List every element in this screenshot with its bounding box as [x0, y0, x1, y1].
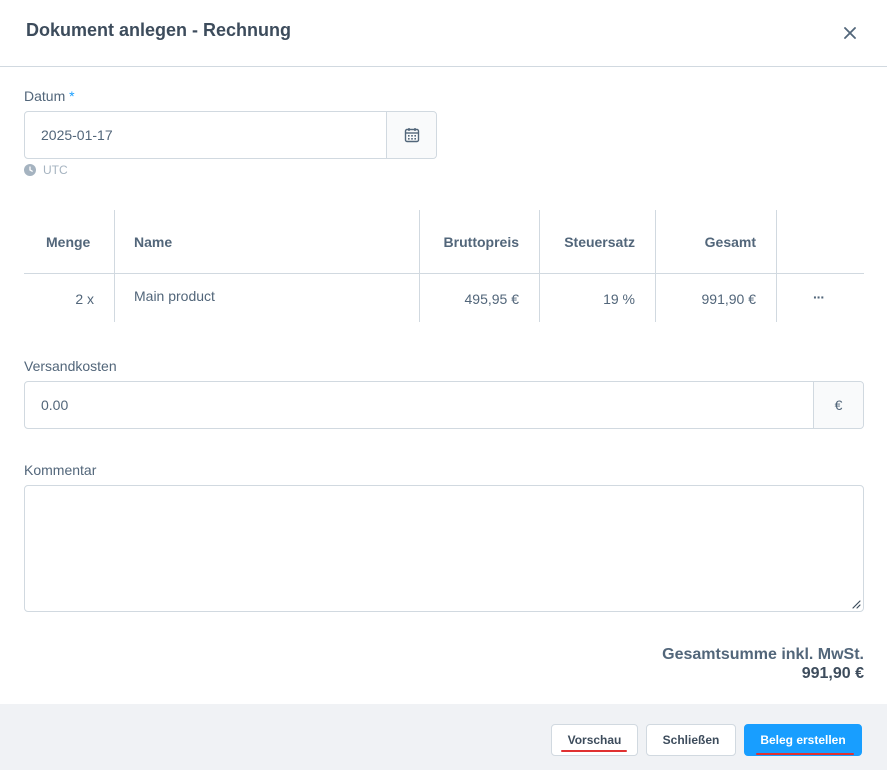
shipping-input[interactable] — [25, 382, 813, 428]
column-header-tax-rate[interactable]: Steuersatz — [564, 234, 635, 250]
currency-suffix: € — [813, 382, 863, 428]
line-items-grid: Menge Name Bruttopreis Steuersatz Gesamt… — [24, 210, 864, 322]
column-header-quantity[interactable]: Menge — [46, 234, 90, 250]
cell-name[interactable]: Main product — [134, 288, 215, 304]
date-input[interactable] — [25, 112, 386, 158]
shipping-label: Versandkosten — [24, 358, 117, 374]
comment-textarea[interactable] — [24, 485, 864, 612]
date-picker-button[interactable] — [386, 112, 436, 158]
date-label-text: Datum — [24, 88, 66, 104]
cell-gross-price[interactable]: 495,95 € — [465, 291, 520, 307]
cell-total[interactable]: 991,90 € — [702, 291, 757, 307]
close-dialog-button[interactable]: Schließen — [646, 724, 736, 756]
grid-header: Menge Name Bruttopreis Steuersatz Gesamt — [24, 210, 864, 274]
total-value: 991,90 € — [801, 665, 864, 682]
close-button[interactable] — [839, 22, 861, 44]
required-marker: * — [69, 88, 75, 104]
comment-label: Kommentar — [24, 462, 97, 478]
column-header-name[interactable]: Name — [134, 234, 172, 250]
modal-header: Dokument anlegen - Rechnung — [0, 0, 887, 67]
close-icon — [844, 27, 856, 39]
cell-quantity[interactable]: 2 x — [75, 291, 94, 307]
timezone-label: UTC — [43, 163, 68, 177]
timezone-hint: UTC — [24, 163, 68, 177]
resize-grip-icon[interactable] — [849, 597, 861, 609]
table-row[interactable]: 2 x Main product 495,95 € 19 % 991,90 € … — [24, 274, 864, 322]
preview-underline — [561, 750, 627, 752]
date-field — [24, 111, 437, 159]
calendar-icon — [404, 128, 419, 143]
cell-tax-rate[interactable]: 19 % — [603, 291, 635, 307]
create-underline — [756, 753, 854, 755]
total-label: Gesamtsumme inkl. MwSt. — [662, 646, 864, 663]
shipping-field: € — [24, 381, 864, 429]
clock-icon — [24, 164, 36, 176]
column-header-gross-price[interactable]: Bruttopreis — [444, 234, 519, 250]
create-document-button[interactable]: Beleg erstellen — [744, 724, 862, 756]
row-actions-icon[interactable]: ··· — [813, 289, 825, 305]
date-label: Datum * — [24, 88, 75, 104]
column-header-total[interactable]: Gesamt — [705, 234, 756, 250]
modal-title: Dokument anlegen - Rechnung — [26, 20, 292, 40]
